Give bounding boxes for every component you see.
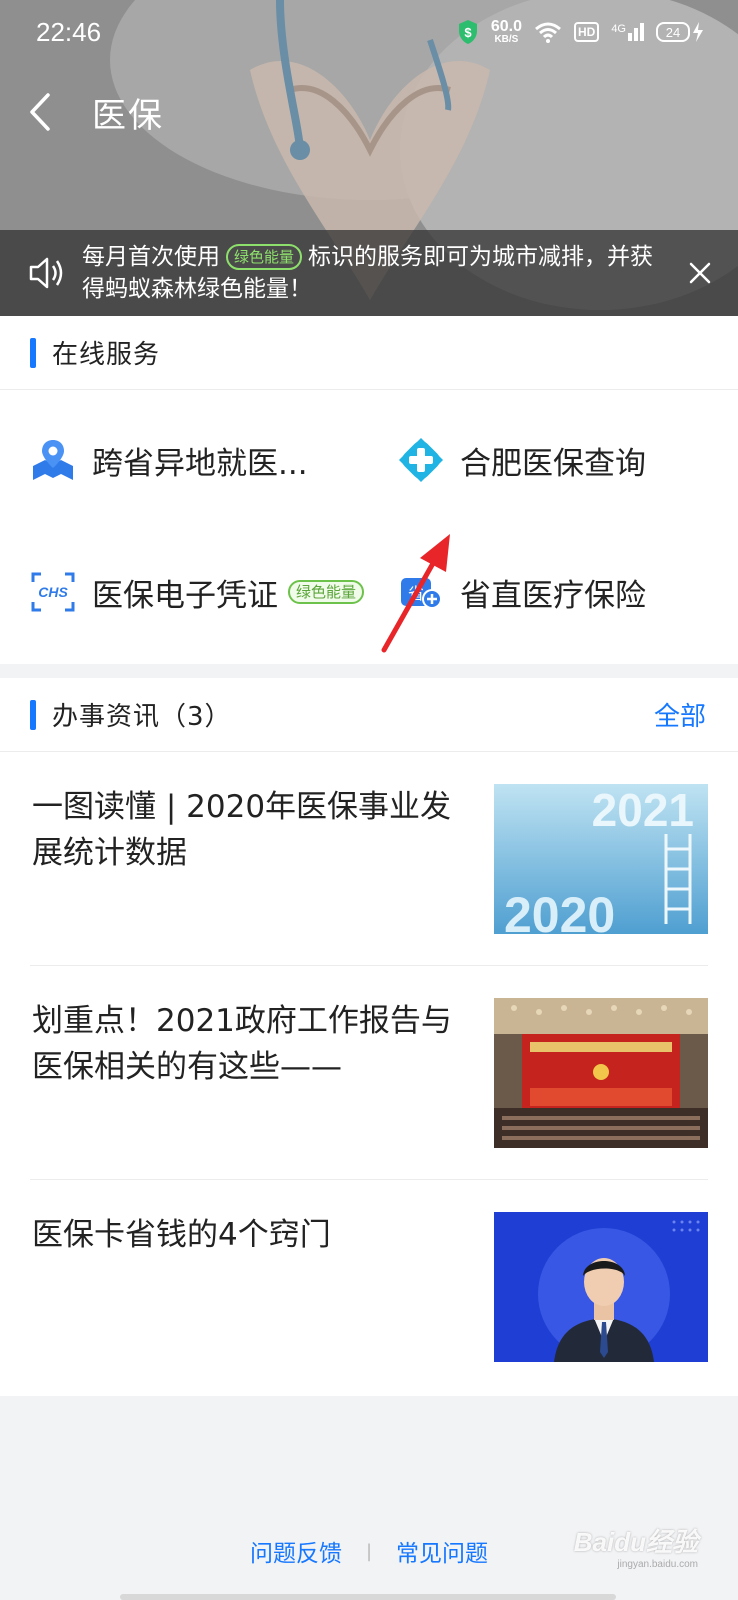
baidu-watermark: Baidu经验 jingyan.baidu.com — [573, 1527, 698, 1570]
chevron-left-icon — [30, 93, 50, 131]
back-button[interactable] — [0, 76, 80, 148]
green-energy-notice: 每月首次使用 绿色能量 标识的服务即可为城市减排，并获得蚂蚁森林绿色能量！ — [0, 230, 738, 316]
news-section: 办事资讯（3） 全部 一图读懂 | 2020年医保事业发展统计数据 2021 2… — [0, 678, 738, 1396]
service-label: 跨省异地就医... — [92, 445, 308, 482]
notice-close-button[interactable] — [662, 230, 738, 316]
svg-text:$: $ — [464, 25, 472, 40]
section-header: 办事资讯（3） 全部 — [0, 678, 738, 752]
news-item[interactable]: 医保卡省钱的4个窍门 — [30, 1180, 708, 1394]
online-services-section: 在线服务 跨省异地就医... 合肥医保查询 CHS 医保电子凭证 绿色能量 省直… — [0, 316, 738, 664]
medical-cross-icon — [398, 437, 444, 483]
service-cross-province[interactable]: 跨省异地就医... — [30, 430, 308, 490]
security-shield-icon: $ — [458, 20, 477, 44]
service-label: 医保电子凭证 — [92, 577, 278, 614]
hd-icon: HD — [573, 22, 600, 42]
status-time: 22:46 — [36, 16, 102, 47]
service-grid: 跨省异地就医... 合肥医保查询 CHS 医保电子凭证 绿色能量 省 省直医疗保… — [0, 390, 738, 664]
wifi-icon — [535, 22, 561, 43]
header-banner: 22:46 $ 60.0 KB/S HD 4G 24 医保 每月首次使用 绿色能量标… — [0, 0, 738, 316]
service-label: 合肥医保查询 — [460, 445, 646, 482]
page-title: 医保 — [92, 95, 164, 136]
speaker-icon — [29, 257, 63, 289]
close-icon — [689, 262, 711, 284]
section-title: 办事资讯（3） — [52, 702, 232, 732]
green-energy-tag: 绿色能量 — [226, 244, 303, 270]
section-header: 在线服务 — [0, 316, 738, 390]
svg-text:2020: 2020 — [504, 887, 615, 934]
signal-icon: 4G — [611, 23, 644, 41]
net-speed: 60.0 KB/S — [490, 18, 522, 45]
home-indicator[interactable] — [120, 1594, 616, 1600]
news-thumbnail — [494, 998, 708, 1148]
status-bar: 22:46 $ 60.0 KB/S HD 4G 24 — [0, 0, 738, 64]
news-title: 医保卡省钱的4个窍门 — [32, 1217, 331, 1253]
news-thumbnail: 2021 2020 — [494, 784, 708, 934]
notice-text: 每月首次使用 绿色能量 标识的服务即可为城市减排，并获得蚂蚁森林绿色能量！ — [82, 244, 654, 302]
map-location-icon — [30, 437, 76, 483]
section-accent-bar — [30, 699, 36, 730]
news-title: 一图读懂 | 2020年医保事业发展统计数据 — [32, 789, 452, 871]
faq-link[interactable]: 常见问题 — [396, 1534, 488, 1568]
green-energy-tag: 绿色能量 — [288, 580, 365, 604]
footer-divider: | — [365, 1540, 373, 1562]
service-hefei-query[interactable]: 合肥医保查询 — [398, 430, 646, 490]
view-all-link[interactable]: 全部 — [654, 696, 706, 733]
section-accent-bar — [30, 337, 36, 368]
news-item[interactable]: 划重点！2021政府工作报告与医保相关的有这些—— — [30, 966, 708, 1180]
nav-bar: 医保 — [0, 76, 738, 148]
news-thumbnail — [494, 1212, 708, 1362]
service-label: 省直医疗保险 — [460, 577, 646, 614]
service-e-voucher[interactable]: CHS 医保电子凭证 绿色能量 — [30, 562, 365, 622]
battery-icon: 24 — [656, 22, 704, 42]
feedback-link[interactable]: 问题反馈 — [250, 1534, 342, 1568]
status-icons: $ 60.0 KB/S HD 4G 24 — [457, 19, 704, 45]
news-title: 划重点！2021政府工作报告与医保相关的有这些—— — [32, 1003, 452, 1085]
svg-text:2021: 2021 — [592, 784, 694, 836]
chs-card-icon: CHS — [30, 569, 76, 615]
news-item[interactable]: 一图读懂 | 2020年医保事业发展统计数据 2021 2020 — [30, 752, 708, 966]
svg-text:CHS: CHS — [38, 584, 68, 600]
section-title: 在线服务 — [52, 340, 161, 370]
annotation-arrow-icon — [381, 534, 450, 653]
